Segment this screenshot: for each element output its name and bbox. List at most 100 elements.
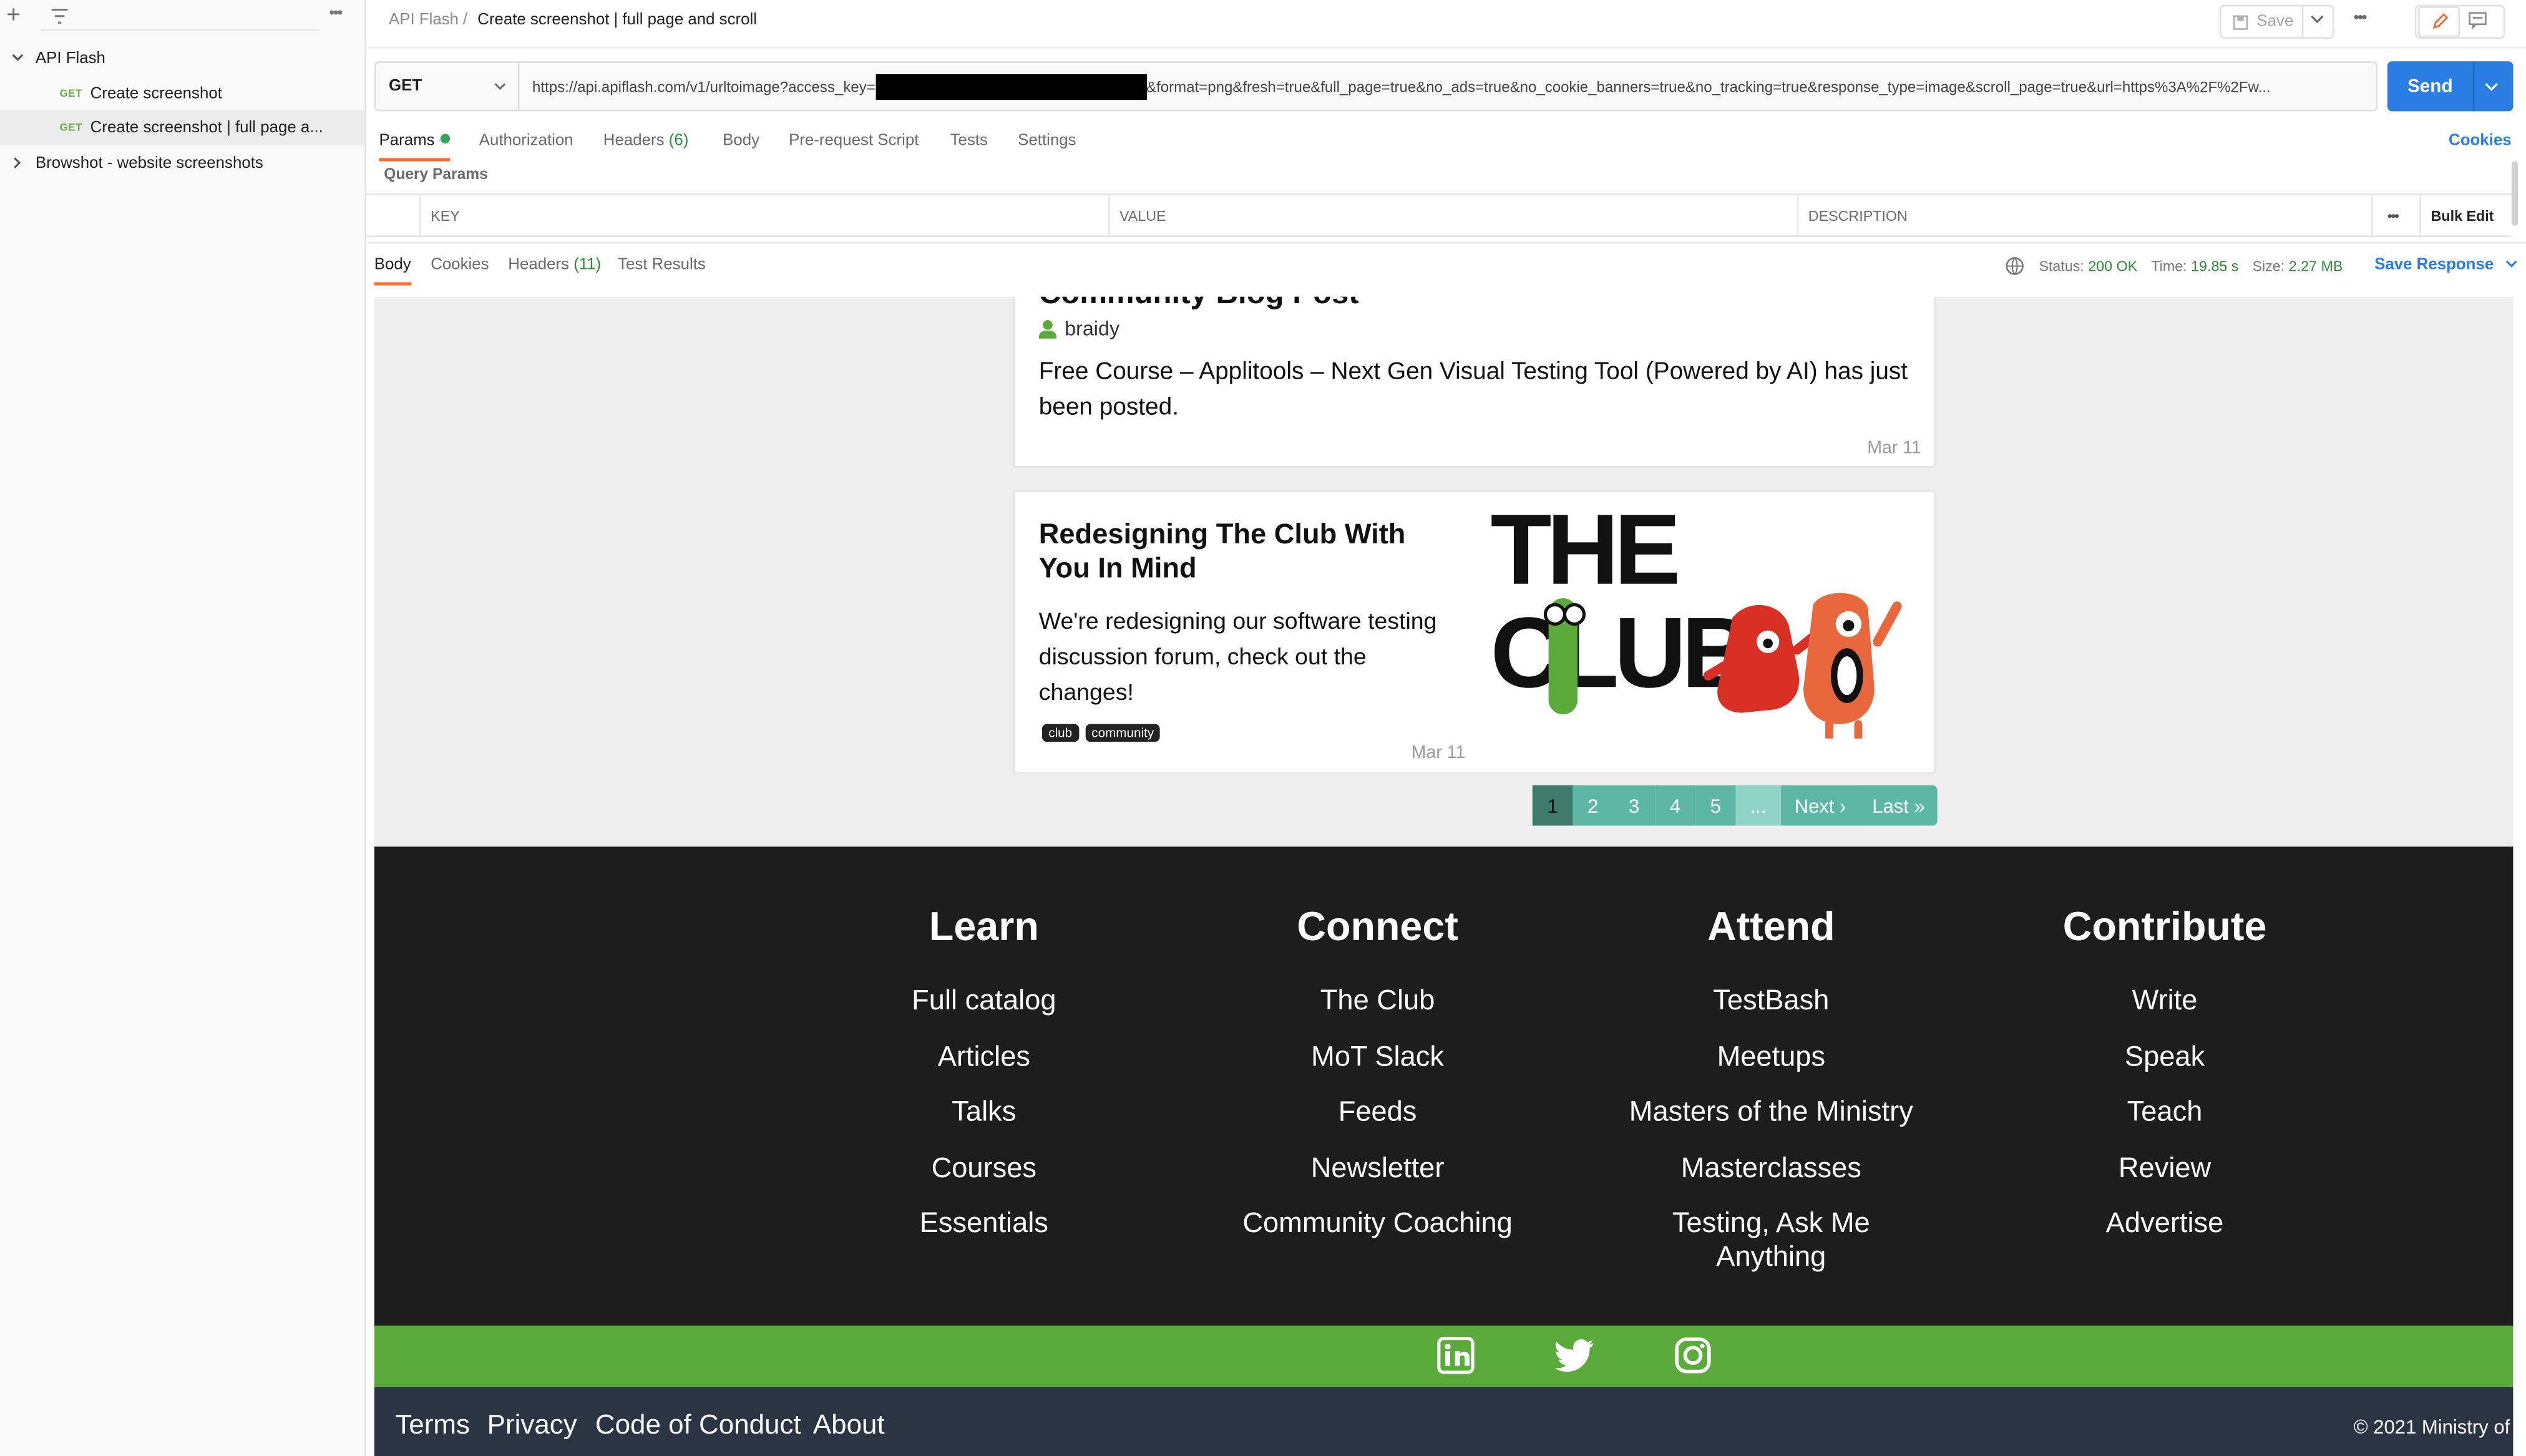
more-icon[interactable]: ••• [2371, 195, 2420, 236]
twitter-icon[interactable] [1553, 1339, 1595, 1372]
tab-test-results[interactable]: Test Results [618, 256, 706, 274]
page-2-button[interactable]: 2 [1573, 785, 1613, 826]
chevron-down-icon[interactable] [2310, 14, 2324, 24]
more-icon[interactable]: ••• [329, 5, 343, 22]
save-icon [2233, 14, 2248, 29]
send-options-chevron-icon[interactable] [2484, 82, 2499, 92]
status-value: 200 OK [2088, 258, 2138, 274]
redacted-access-key [875, 74, 1147, 100]
request-item[interactable]: GET Create screenshot [0, 75, 364, 111]
tab-response-headers[interactable]: Headers (11) [508, 256, 601, 274]
collection-browshot[interactable]: Browshot - website screenshots [0, 145, 364, 181]
page-3-button[interactable]: 3 [1613, 785, 1656, 826]
response-meta: Status: 200 OK Time: 19.85 s Size: 2.27 … [2039, 258, 2343, 274]
params-active-dot [441, 133, 451, 144]
request-item-selected[interactable]: GET Create screenshot | full page a... [0, 109, 365, 145]
post-author[interactable]: braidy [1038, 318, 1119, 340]
comment-icon[interactable] [2468, 11, 2487, 29]
tab-tests[interactable]: Tests [950, 132, 988, 150]
tab-body[interactable]: Body [723, 132, 759, 150]
collection-api-flash[interactable]: API Flash [0, 41, 364, 76]
divider [368, 241, 2526, 244]
post-text: Free Course – Applitools – Next Gen Visu… [1038, 357, 1908, 420]
plus-icon[interactable]: + [6, 3, 26, 27]
page-ellipsis: ... [1735, 785, 1781, 826]
post-title[interactable]: Community Blog Post [1039, 297, 1359, 313]
last-page-button[interactable]: Last » [1860, 785, 1938, 826]
edit-icon[interactable] [2417, 6, 2460, 37]
filter-input[interactable] [40, 3, 319, 31]
footer-heading-contribute: Contribute [2062, 905, 2267, 950]
tab-settings[interactable]: Settings [1018, 132, 1076, 150]
post-text: We're redesigning our software testing d… [1038, 609, 1437, 707]
post-card[interactable]: Redesigning The Club With You In Mind We… [1013, 490, 1936, 774]
scrollbar[interactable] [2511, 161, 2519, 226]
instagram-icon[interactable] [1674, 1337, 1711, 1374]
collection-name: Browshot - website screenshots [35, 153, 263, 172]
chevron-down-icon [494, 83, 506, 90]
chevron-down-icon [2505, 260, 2517, 268]
user-icon [1038, 320, 1057, 339]
method-badge: GET [59, 122, 82, 133]
divider [2301, 4, 2304, 39]
url-input[interactable]: https://api.apiflash.com/v1/urltoimage?a… [532, 74, 2368, 100]
filter-icon [51, 8, 68, 24]
footer-link[interactable]: Review [1923, 1152, 2407, 1185]
page-1-button[interactable]: 1 [1532, 785, 1573, 826]
request-name: Create screenshot [90, 84, 222, 103]
tab-params[interactable]: Params [379, 132, 451, 150]
linkedin-icon[interactable] [1437, 1336, 1475, 1374]
column-description: DESCRIPTION [1797, 195, 2371, 236]
copyright: © 2021 Ministry of [2353, 1415, 2510, 1439]
time-value: 19.85 s [2191, 258, 2239, 274]
footer-link[interactable]: Testing, Ask Me Anything [1650, 1206, 1892, 1274]
privacy-link[interactable]: Privacy [487, 1409, 577, 1442]
method-value: GET [388, 77, 422, 95]
page-4-button[interactable]: 4 [1655, 785, 1695, 826]
footer-link[interactable]: Write [1923, 984, 2407, 1017]
tab-pre-request-script[interactable]: Pre-request Script [789, 132, 919, 150]
footer-link[interactable]: Advertise [1923, 1206, 2407, 1240]
send-button[interactable]: Send [2387, 61, 2473, 111]
query-params-label: Query Params [384, 166, 488, 184]
terms-link[interactable]: Terms [395, 1409, 470, 1442]
tag[interactable]: community [1085, 724, 1161, 742]
more-icon[interactable]: ••• [2354, 10, 2368, 27]
active-tab-underline [379, 158, 451, 162]
page-5-button[interactable]: 5 [1695, 785, 1736, 826]
breadcrumb-parent[interactable]: API Flash [389, 11, 459, 29]
save-label: Save [2256, 12, 2294, 31]
divider [2472, 61, 2475, 112]
about-link[interactable]: About [813, 1409, 885, 1442]
save-response-button[interactable]: Save Response [2374, 256, 2517, 274]
post-date: Mar 11 [1867, 439, 1921, 459]
tab-authorization[interactable]: Authorization [479, 132, 573, 150]
tab-response-body[interactable]: Body [374, 256, 411, 274]
tab-headers[interactable]: Headers (6) [603, 132, 689, 150]
size-value: 2.27 MB [2288, 258, 2343, 274]
chevron-down-icon [0, 53, 36, 63]
url-suffix: &format=png&fresh=true&full_page=true&no… [1146, 79, 2271, 95]
footer-link[interactable]: Speak [1923, 1040, 2407, 1074]
collection-name: API Flash [35, 49, 105, 67]
next-page-button[interactable]: Next › [1780, 785, 1860, 826]
breadcrumb-separator: / [462, 11, 468, 29]
active-tab-underline [374, 282, 412, 286]
post-date: Mar 11 [1411, 743, 1466, 763]
footer-link[interactable]: Teach [1923, 1095, 2407, 1128]
cookies-link[interactable]: Cookies [2449, 132, 2512, 150]
tag[interactable]: club [1041, 724, 1079, 742]
request-name: Create screenshot | full page a... [90, 118, 323, 137]
globe-icon[interactable] [2005, 256, 2024, 276]
tab-response-cookies[interactable]: Cookies [431, 256, 489, 274]
footer-link[interactable]: Community Coaching [1136, 1206, 1620, 1240]
post-tags: club community [1041, 722, 1167, 742]
chevron-right-icon [0, 157, 36, 170]
post-card[interactable]: Community Blog Post braidy Free Course –… [1013, 296, 1936, 468]
post-title[interactable]: Redesigning The Club With You In Mind [1039, 518, 1458, 586]
bulk-edit-button[interactable]: Bulk Edit [2419, 195, 2512, 236]
method-select[interactable]: GET [374, 61, 520, 112]
code-of-conduct-link[interactable]: Code of Conduct [595, 1409, 801, 1442]
column-key: KEY [419, 195, 1109, 236]
the-club-logo: THE CLUB [1491, 501, 1926, 739]
